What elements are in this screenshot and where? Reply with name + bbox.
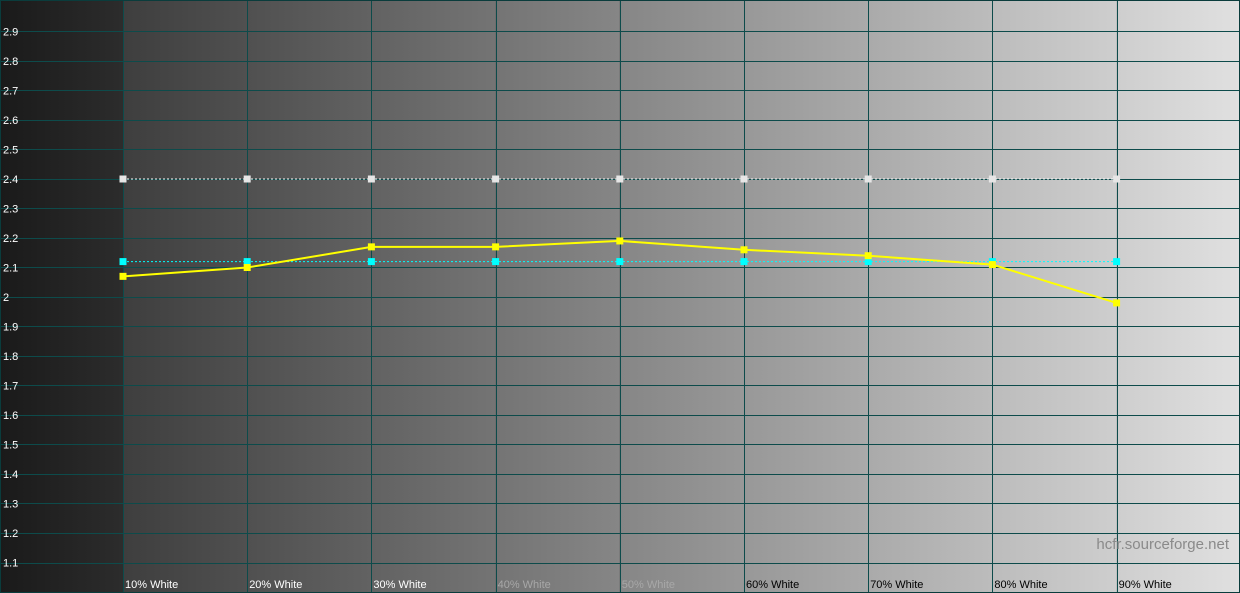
y-tick-label: 1.8 <box>3 351 18 363</box>
data-point <box>367 258 375 266</box>
watermark-text: hcfr.sourceforge.net <box>1096 536 1229 553</box>
gamma-chart: 1.1 1.2 1.3 1.4 1.5 1.6 1.7 1.8 1.9 2 2.1 2.2 2.3 2.4… <box>0 0 1240 593</box>
y-tick-label: 1.1 <box>3 558 18 570</box>
background-step-7 <box>868 0 993 593</box>
background-step-2 <box>247 0 372 593</box>
y-tick-label: 1.7 <box>3 381 18 393</box>
data-point <box>616 258 624 266</box>
data-point <box>1113 258 1121 266</box>
data-point <box>367 243 375 251</box>
y-tick-label: 2.3 <box>3 204 18 216</box>
background-step-4 <box>495 0 620 593</box>
data-point <box>616 175 624 183</box>
x-tick-label: 40% White <box>498 579 551 591</box>
x-tick-label: 60% White <box>746 579 799 591</box>
data-point <box>243 264 251 271</box>
data-point <box>492 243 500 251</box>
data-point <box>119 258 127 266</box>
data-point <box>740 246 748 254</box>
x-tick-label: 80% White <box>994 579 1047 591</box>
data-point <box>1113 175 1121 183</box>
background-step-5 <box>619 0 744 593</box>
y-tick-label: 1.4 <box>3 469 18 481</box>
y-tick-label: 2.2 <box>3 233 18 245</box>
y-tick-label: 2.5 <box>3 145 18 157</box>
chart-canvas: 1.1 1.2 1.3 1.4 1.5 1.6 1.7 1.8 1.9 2 2.1 2.2 2.3 2.4… <box>0 0 1240 593</box>
y-tick-label: 2.6 <box>3 115 18 127</box>
y-tick-label: 2.8 <box>3 56 18 68</box>
x-tick-label: 70% White <box>870 579 923 591</box>
data-point <box>616 237 624 245</box>
x-tick-label: 90% White <box>1119 579 1172 591</box>
data-point <box>988 175 996 183</box>
x-tick-label: 30% White <box>373 579 426 591</box>
y-tick-label: 1.5 <box>3 440 18 452</box>
y-tick-label: 2.4 <box>3 174 18 186</box>
x-axis-ticks: 10% White 20% White 30% White 40% White 50% … <box>125 579 1172 591</box>
background-step-3 <box>371 0 496 593</box>
y-tick-label: 1.6 <box>3 410 18 422</box>
data-point <box>119 175 127 183</box>
data-point <box>740 175 748 183</box>
data-point <box>243 175 251 183</box>
data-point <box>1113 299 1121 307</box>
x-tick-label: 50% White <box>622 579 675 591</box>
background-step-6 <box>744 0 869 593</box>
data-point <box>740 258 748 266</box>
data-point <box>492 258 500 266</box>
background-step-9 <box>1116 0 1240 593</box>
data-point <box>864 175 872 183</box>
y-tick-label: 2.1 <box>3 263 18 275</box>
y-tick-label: 1.3 <box>3 499 18 511</box>
y-tick-label: 2.7 <box>3 86 18 98</box>
y-tick-label: 1.2 <box>3 528 18 540</box>
y-tick-label: 1.9 <box>3 322 18 334</box>
background-step-1 <box>123 0 248 593</box>
data-point <box>988 261 996 269</box>
x-tick-label: 20% White <box>249 579 302 591</box>
y-tick-label: 2.9 <box>3 27 18 39</box>
background-left-strip <box>0 0 123 593</box>
data-point <box>864 252 872 260</box>
data-point <box>119 272 127 280</box>
x-tick-label: 10% White <box>125 579 178 591</box>
data-point <box>492 175 500 183</box>
data-point <box>367 175 375 183</box>
y-tick-label: 2 <box>3 292 9 304</box>
